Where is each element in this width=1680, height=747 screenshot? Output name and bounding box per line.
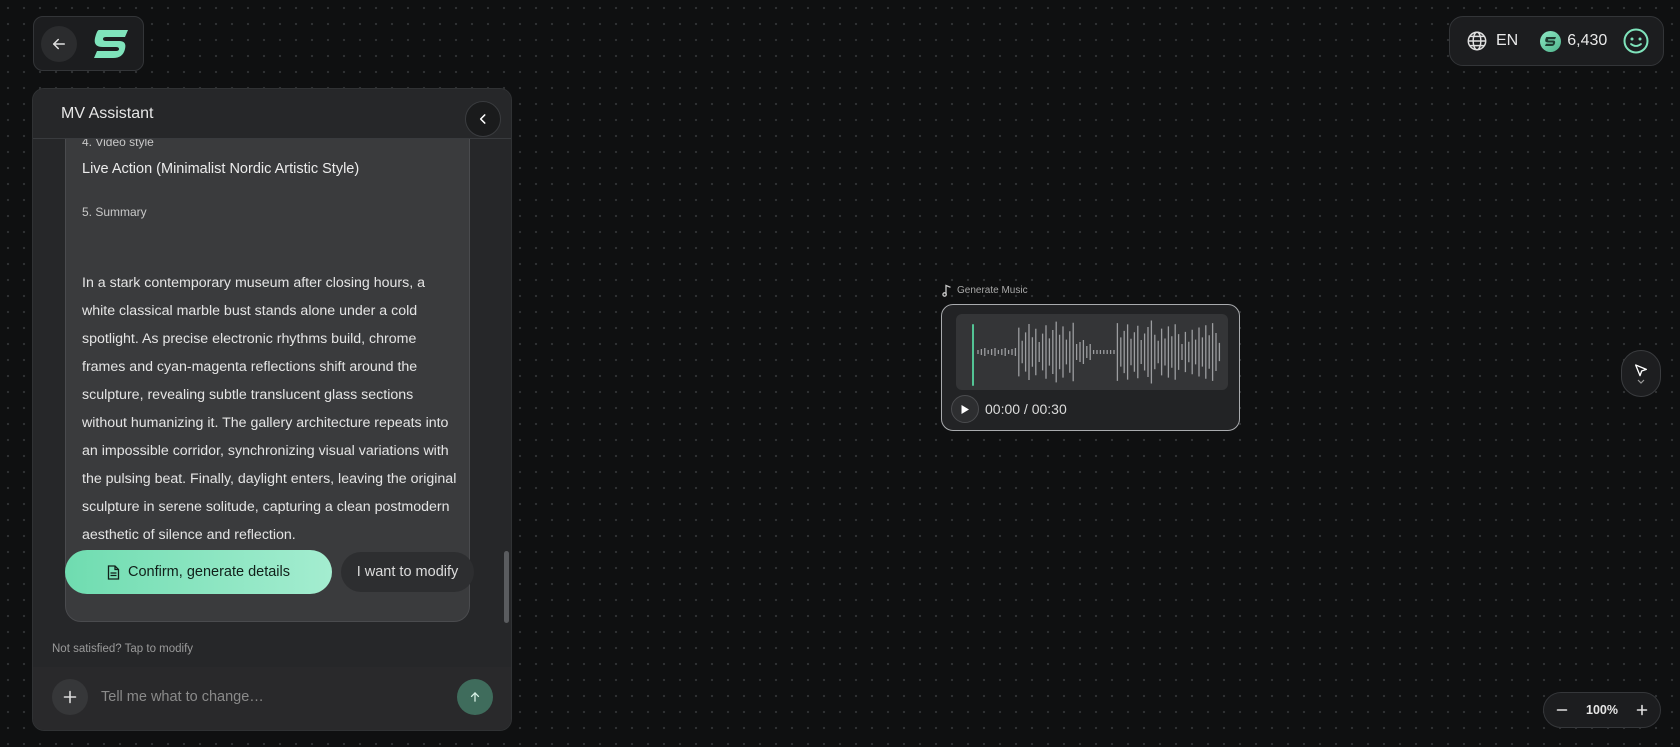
chevron-down-icon [1637,379,1645,384]
collapse-panel-button[interactable] [465,101,501,137]
music-node-label: Generate Music [942,284,1028,297]
summary-text: In a stark contemporary museum after clo… [82,275,457,543]
playhead[interactable] [972,324,974,386]
send-button[interactable] [457,679,493,715]
music-node-title: Generate Music [957,285,1028,296]
confirm-generate-button[interactable]: Confirm, generate details [65,550,332,594]
arrow-left-icon [53,38,65,49]
assistant-message-card: 4. Video style Live Action (Minimalist N… [65,119,470,622]
add-attachment-button[interactable] [52,679,88,715]
credits-display[interactable]: 6,430 [1540,30,1608,52]
chat-input-area [33,667,511,730]
plus-icon [63,690,77,704]
chevron-left-icon [479,114,486,124]
panel-title: MV Assistant [61,105,154,122]
language-selector[interactable]: EN [1466,30,1518,52]
app-chip [33,16,144,71]
zoom-out-button[interactable] [1556,704,1568,716]
playback-time: 00:00 / 00:30 [985,401,1067,417]
summary-label: 5. Summary [82,205,147,219]
assistant-panel: 4. Video style Live Action (Minimalist N… [32,88,512,731]
zoom-in-button[interactable] [1636,704,1648,716]
chat-scrollbar[interactable] [504,551,509,623]
modify-button[interactable]: I want to modify [341,552,474,592]
music-note-icon [942,284,951,297]
panel-header: MV Assistant [33,89,511,139]
minus-icon [1556,709,1568,711]
globe-icon [1467,31,1487,51]
brand-logo[interactable] [91,27,131,61]
credits-count: 6,430 [1567,32,1608,49]
play-button[interactable] [951,395,979,423]
video-style-value: Live Action (Minimalist Nordic Artistic … [82,161,360,177]
back-button[interactable] [41,25,77,62]
modify-label: I want to modify [356,564,459,580]
audio-player-card[interactable]: 00:00 / 00:30 [941,304,1240,431]
smiley-avatar-icon [1623,28,1649,54]
cursor-icon [1635,364,1647,377]
play-icon [961,404,969,414]
waveform[interactable] [956,314,1228,390]
coin-icon [1540,30,1562,52]
confirm-label: Confirm, generate details [128,564,290,580]
avatar[interactable] [1623,28,1649,54]
zoom-level: 100% [1586,703,1618,717]
zoom-control: 100% [1543,692,1661,728]
plus-icon [1636,704,1648,716]
status-bar: EN 6,430 [1449,16,1664,66]
modify-hint: Not satisfied? Tap to modify [52,643,194,655]
language-label: EN [1496,32,1519,49]
document-icon [107,564,120,580]
chat-input[interactable] [101,677,431,717]
arrow-up-icon [470,692,480,702]
pointer-tool-button[interactable] [1621,350,1661,397]
